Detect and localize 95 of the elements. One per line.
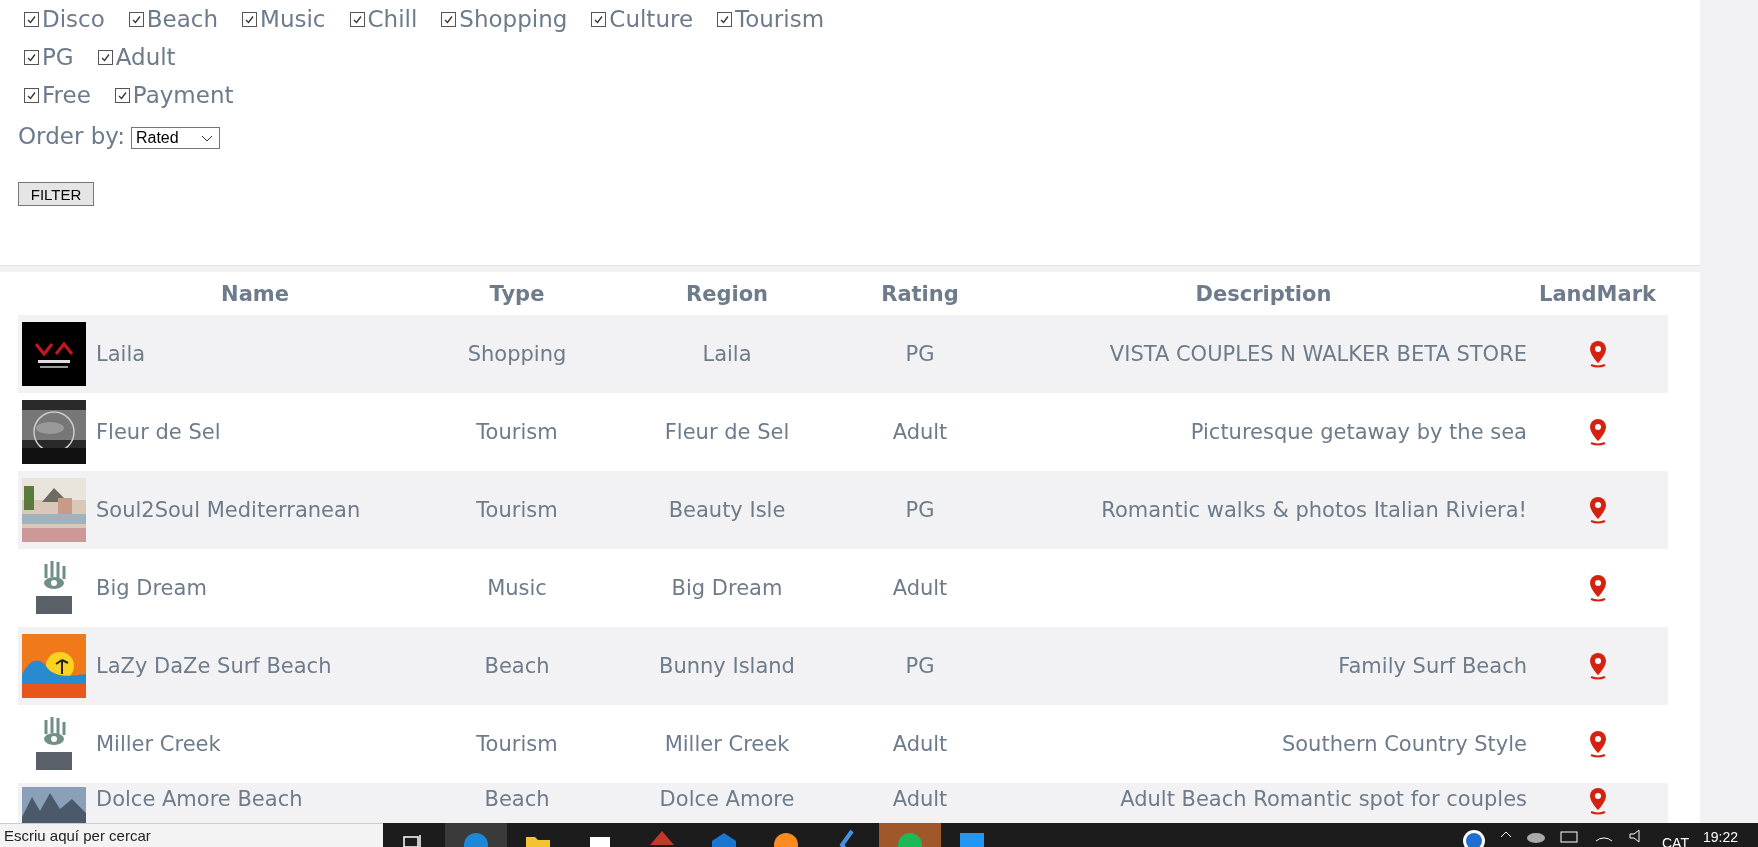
checkbox[interactable] (591, 11, 607, 27)
shopping-bag-icon (590, 837, 610, 847)
filter-checkbox-label[interactable]: Adult (97, 44, 176, 70)
column-header: Region (685, 281, 769, 306)
check-icon (593, 13, 605, 25)
table-cell-text: Beach (483, 787, 551, 811)
table-cell-text: Picturesque getaway by the sea (1189, 420, 1527, 444)
mail-icon (712, 833, 736, 847)
checkbox[interactable] (441, 11, 457, 27)
checkbox[interactable] (24, 87, 39, 103)
table-cell-text: PG (904, 342, 936, 366)
table-cell-text: Adult (891, 732, 949, 756)
check-icon (26, 13, 37, 25)
filter-checkbox-label[interactable]: Disco (24, 6, 105, 32)
table-cell-text: Tourism (475, 732, 559, 756)
map-pin-icon[interactable] (1587, 787, 1608, 815)
battery-icon[interactable] (1560, 829, 1580, 843)
table-cell-text: Music (486, 576, 548, 600)
column-header: Name (220, 281, 290, 306)
filter-checkbox-label[interactable]: Culture (591, 6, 694, 32)
table-cell-text: Romantic walks & photos Italian Riviera! (1100, 498, 1527, 522)
table-cell-text: Shopping (466, 342, 568, 366)
column-header: LandMark (1538, 281, 1657, 306)
table-cell-text: Fleur de Sel (663, 420, 791, 444)
table-cell-text: Laila (95, 342, 147, 366)
filter-checkbox-label[interactable]: Tourism (717, 6, 825, 32)
filter-checkbox-label[interactable]: Beach (128, 6, 219, 32)
table-cell-text: Big Dream (670, 576, 784, 600)
filter-checkbox-label[interactable]: Music (242, 6, 326, 32)
table-cell-text: Miller Creek (663, 732, 791, 756)
checkbox[interactable] (24, 11, 39, 27)
column-header: Type (488, 281, 546, 306)
table-cell-text: Dolce Amore (658, 787, 796, 811)
clock-time[interactable]: 19:22 (1702, 829, 1738, 845)
filter-checkbox-label[interactable]: Chill (349, 6, 418, 32)
firefox-icon (774, 833, 798, 847)
checkbox[interactable] (242, 11, 258, 27)
table-cell-text: Adult (891, 576, 949, 600)
map-pin-icon[interactable] (1587, 574, 1608, 602)
help-icon[interactable] (1462, 829, 1486, 847)
table-cell-text: Southern Country Style (1280, 732, 1527, 756)
table-cell-text: Soul2Soul Mediterranean (95, 498, 362, 522)
check-icon (719, 13, 731, 25)
table-cell-text: Adult Beach Romantic spot for couples (1119, 787, 1527, 811)
chevron-up-icon[interactable] (1500, 829, 1512, 839)
check-icon (130, 13, 142, 25)
table-cell-text: Adult (891, 420, 949, 444)
table-cell-text: Fleur de Sel (95, 420, 222, 444)
check-icon (26, 89, 37, 101)
browser-icon (464, 833, 488, 847)
table-cell-text: Big Dream (95, 576, 208, 600)
checkbox[interactable] (128, 11, 144, 27)
map-pin-icon[interactable] (1587, 652, 1608, 680)
checkbox[interactable] (717, 11, 733, 27)
check-icon (26, 51, 37, 63)
chevron-down-icon (200, 134, 213, 142)
checkbox[interactable] (24, 49, 39, 65)
column-header: Rating (880, 281, 960, 306)
table-cell-text: Dolce Amore Beach (95, 787, 304, 811)
table-cell-text: Tourism (475, 420, 559, 444)
table-cell-text: Beach (483, 654, 551, 678)
table-cell-text: Bunny Island (658, 654, 796, 678)
table-cell-text: Miller Creek (95, 732, 222, 756)
table-cell-text: Beauty Isle (667, 498, 787, 522)
filter-checkbox-label[interactable]: Free (24, 82, 91, 108)
check-icon (99, 51, 111, 63)
map-pin-icon[interactable] (1587, 496, 1608, 524)
column-header: Description (1194, 281, 1333, 306)
table-cell-text: Tourism (475, 498, 559, 522)
table-cell-text: VISTA COUPLES N WALKER BETA STORE (1108, 342, 1527, 366)
check-icon (443, 13, 455, 25)
check-icon (116, 89, 128, 101)
table-cell-text: Family Surf Beach (1337, 654, 1527, 678)
table-cell-text: LaZy DaZe Surf Beach (95, 654, 333, 678)
order-by-label: Order by: (18, 123, 125, 149)
checkbox[interactable] (97, 49, 113, 65)
map-pin-icon[interactable] (1587, 340, 1608, 368)
filter-checkbox-label[interactable]: Payment (114, 82, 234, 108)
folder-icon (526, 837, 550, 847)
map-pin-icon[interactable] (1587, 418, 1608, 446)
check-icon (351, 13, 363, 25)
filter-button[interactable]: FILTER (18, 182, 94, 206)
map-pin-icon[interactable] (1587, 730, 1608, 758)
checkbox[interactable] (349, 11, 365, 27)
check-icon (244, 13, 256, 25)
table-cell-text: PG (904, 498, 936, 522)
taskbar-search-field[interactable]: Escriu aquí per cercar (0, 823, 383, 847)
music-app-icon (898, 833, 922, 847)
table-cell-text: PG (904, 654, 936, 678)
table-cell-text: Adult (891, 787, 949, 811)
filter-checkbox-label[interactable]: PG (24, 44, 74, 70)
order-select[interactable]: Rated (130, 127, 220, 149)
table-cell-text: Laila (701, 342, 753, 366)
filter-checkbox-label[interactable]: Shopping (441, 6, 568, 32)
checkbox[interactable] (114, 87, 130, 103)
